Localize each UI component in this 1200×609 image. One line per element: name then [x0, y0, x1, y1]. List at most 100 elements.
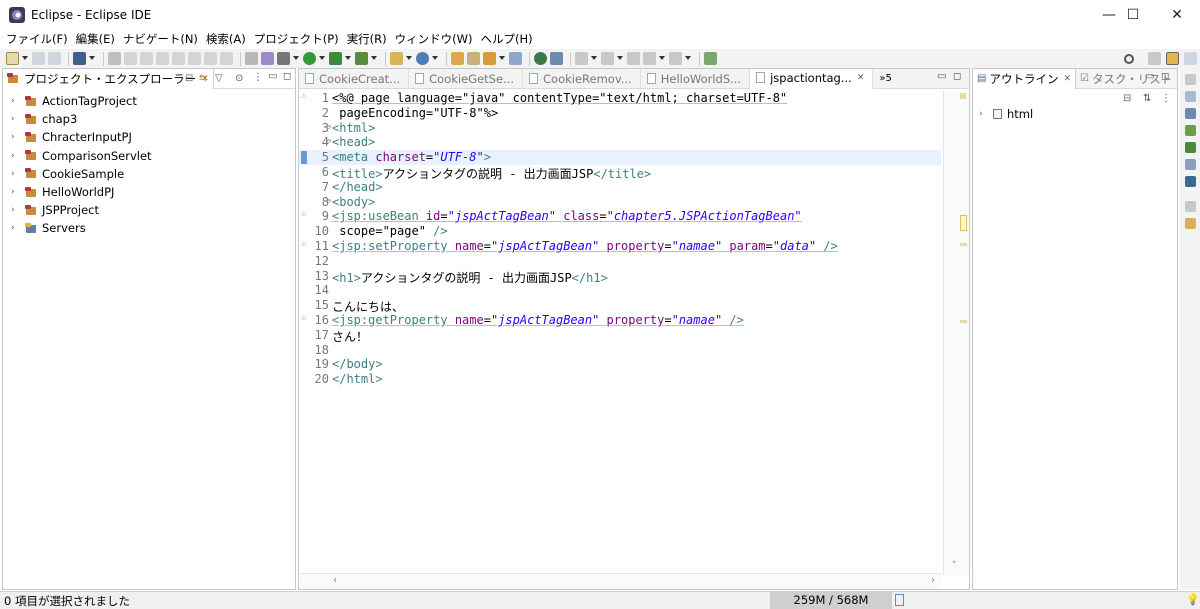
tree-item[interactable]: › HelloWorldPJ — [3, 183, 295, 201]
properties-icon[interactable] — [1184, 91, 1196, 102]
external-tools-icon[interactable] — [355, 52, 368, 65]
tree-item[interactable]: › JSPProject — [3, 201, 295, 219]
warning-icon[interactable]: ⚠ — [301, 313, 309, 323]
code-line[interactable]: 8 ⊖ <body> — [299, 195, 941, 210]
tip-lightbulb-icon[interactable]: 💡 — [1186, 593, 1200, 606]
terminal-dropdown-icon[interactable] — [89, 56, 95, 61]
outline-item[interactable]: › html — [979, 107, 1033, 121]
toggle-icon[interactable] — [245, 52, 258, 65]
tab-overflow-indicator[interactable]: »5 — [879, 73, 891, 84]
tree-item[interactable]: › Servers — [3, 219, 295, 237]
code-line[interactable]: 15 こんにちは、 — [299, 298, 941, 314]
tab-project-explorer[interactable]: プロジェクト・エクスプローラー ✕ — [3, 68, 214, 89]
code-line[interactable]: 7 </head> — [299, 180, 941, 195]
heap-status[interactable]: 259M / 568M — [770, 592, 892, 609]
expand-arrow-icon[interactable]: › — [11, 96, 21, 106]
tree-item[interactable]: › ActionTagProject — [3, 92, 295, 110]
coverage-dropdown-icon[interactable] — [345, 56, 351, 61]
search-icon[interactable] — [1124, 53, 1134, 64]
close-icon[interactable]: ✕ — [857, 73, 865, 83]
search-dropdown-icon[interactable] — [499, 56, 505, 61]
code-line[interactable]: 19 </body> — [299, 357, 941, 372]
code-line[interactable]: 4 ⊖ <head> — [299, 135, 941, 150]
debug-icon[interactable] — [277, 52, 290, 65]
open-task-icon[interactable] — [467, 52, 480, 65]
menu-run[interactable]: 実行(R) — [347, 31, 387, 47]
new-java-project-icon[interactable] — [390, 52, 403, 65]
back-icon[interactable] — [643, 52, 656, 65]
expand-arrow-icon[interactable]: › — [11, 151, 21, 161]
maximize-button[interactable]: ☐ — [1110, 0, 1156, 30]
restore-icon[interactable] — [1184, 74, 1196, 85]
code-line[interactable]: ⚠ 11 <jsp:setProperty name="jspActTagBean"… — [299, 239, 941, 254]
collapse-all-icon[interactable]: ⊟ — [1123, 93, 1131, 104]
problems-icon[interactable] — [1184, 159, 1196, 170]
java-ee-perspective-icon[interactable] — [1166, 52, 1179, 65]
skip-breakpoints-icon[interactable] — [108, 52, 121, 65]
fold-icon[interactable]: ⊖ — [327, 137, 331, 145]
new-icon[interactable] — [6, 52, 19, 65]
expand-arrow-icon[interactable]: › — [11, 132, 21, 142]
code-line[interactable]: 14 — [299, 283, 941, 298]
new-dropdown-icon[interactable] — [22, 56, 28, 61]
disconnect-icon[interactable] — [172, 52, 185, 65]
tree-item[interactable]: › chap3 — [3, 110, 295, 128]
external-tools-dropdown-icon[interactable] — [371, 56, 377, 61]
wand-icon[interactable] — [261, 52, 274, 65]
code-line[interactable]: ⚠ 1 <%@ page language="java" contentType="… — [299, 91, 941, 106]
resume-icon[interactable] — [124, 52, 137, 65]
save-all-icon[interactable] — [48, 52, 61, 65]
expand-arrow-icon[interactable]: › — [11, 169, 21, 179]
last-edit-icon[interactable] — [627, 52, 640, 65]
step-over-icon[interactable] — [204, 52, 217, 65]
filter-icon[interactable]: ▽ — [215, 73, 223, 84]
globe-icon[interactable] — [534, 52, 547, 65]
search-tool-icon[interactable] — [483, 52, 496, 65]
open-perspective-link-icon[interactable] — [704, 52, 717, 65]
menu-window[interactable]: ウィンドウ(W) — [395, 31, 473, 47]
suspend-icon[interactable] — [140, 52, 153, 65]
minimize-view-icon[interactable]: ▭ — [1145, 71, 1154, 82]
terminate-icon[interactable] — [156, 52, 169, 65]
menu-help[interactable]: ヘルプ(H) — [481, 31, 533, 47]
save-icon[interactable] — [32, 52, 45, 65]
editor-tab[interactable]: CookieCreat... — [299, 68, 410, 89]
maximize-view-icon[interactable]: ◻ — [1161, 71, 1169, 82]
forward-dropdown-icon[interactable] — [685, 56, 691, 61]
code-line[interactable]: 5 <meta charset="UTF-8"> — [299, 150, 941, 165]
coverage-icon[interactable] — [329, 52, 342, 65]
code-line[interactable]: 10 scope="page" /> — [299, 224, 941, 239]
code-line[interactable]: 13 <h1>アクションタグの説明 - 出力画面JSP</h1> — [299, 269, 941, 285]
horizontal-scrollbar[interactable]: ‹ › — [299, 573, 941, 589]
tree-item[interactable]: › ChracterInputPJ — [3, 128, 295, 146]
expand-arrow-icon[interactable]: › — [11, 114, 21, 124]
code-editor[interactable]: ⚠ 1 <%@ page language="java" contentType="… — [299, 91, 941, 575]
open-type-icon[interactable] — [451, 52, 464, 65]
menu-navigate[interactable]: ナビゲート(N) — [123, 31, 198, 47]
editor-tab-active[interactable]: jspactiontag... ✕ — [750, 68, 874, 89]
code-line[interactable]: 12 — [299, 254, 941, 269]
code-line[interactable]: ⚠ 9 <jsp:useBean id="jspActTagBean" class=… — [299, 209, 941, 224]
run-icon[interactable] — [303, 52, 316, 65]
fold-icon[interactable]: ⊖ — [327, 197, 331, 205]
prev-annotation-dropdown-icon[interactable] — [617, 56, 623, 61]
view-menu-icon[interactable]: ⋮ — [253, 72, 263, 83]
debug-dropdown-icon[interactable] — [293, 56, 299, 61]
terminal-icon[interactable] — [73, 52, 86, 65]
scroll-right-icon[interactable]: › — [931, 575, 935, 586]
annotation-icon[interactable] — [509, 52, 522, 65]
back-dropdown-icon[interactable] — [659, 56, 665, 61]
forward-icon[interactable] — [669, 52, 682, 65]
vertical-scrollbar[interactable]: ˅ — [943, 91, 969, 575]
expand-arrow-icon[interactable]: › — [11, 223, 21, 233]
fold-icon[interactable]: ⊖ — [327, 123, 331, 131]
console-icon[interactable] — [1184, 142, 1196, 153]
scroll-down-icon[interactable]: ˅ — [952, 561, 957, 571]
expand-arrow-icon[interactable]: › — [11, 187, 21, 197]
warning-icon[interactable]: ⚠ — [301, 91, 309, 101]
menu-file[interactable]: ファイル(F) — [6, 31, 68, 47]
step-return-icon[interactable] — [220, 52, 233, 65]
new-class-dropdown-icon[interactable] — [432, 56, 438, 61]
maximize-view-icon[interactable]: ◻ — [953, 71, 961, 82]
data-source-icon[interactable] — [1184, 176, 1196, 187]
